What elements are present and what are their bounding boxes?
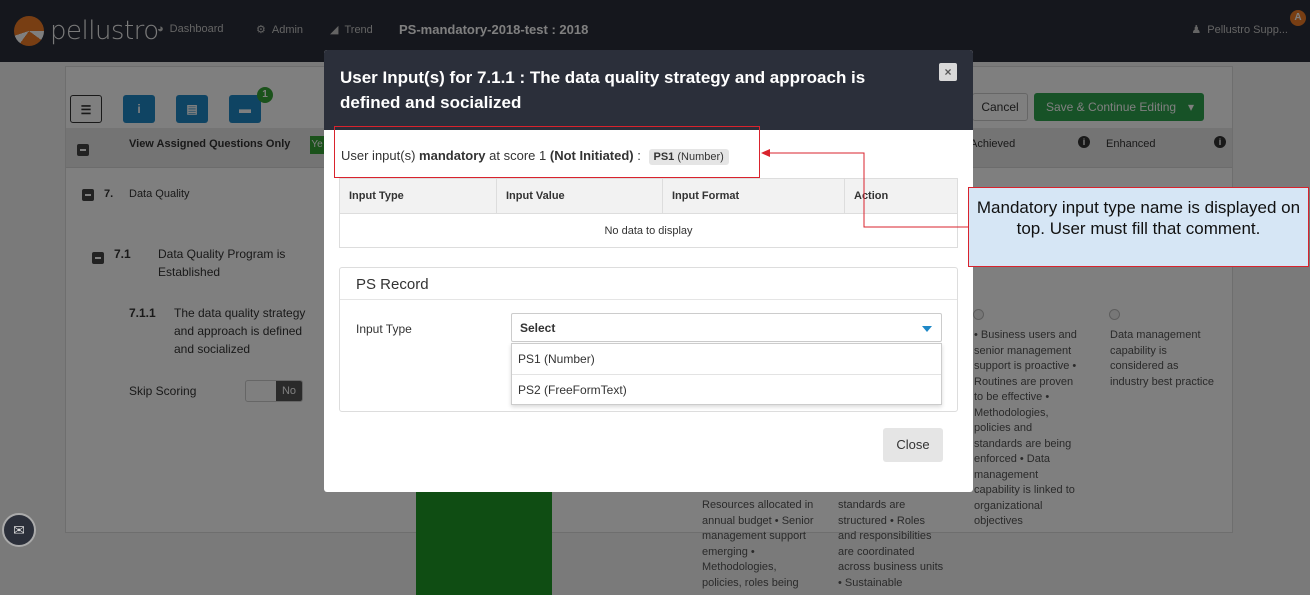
table-empty-message: No data to display bbox=[340, 213, 957, 247]
close-icon[interactable]: × bbox=[939, 63, 957, 81]
input-type-dropdown: PS1 (Number) PS2 (FreeFormText) bbox=[511, 343, 942, 405]
annotation-highlight-box bbox=[334, 126, 760, 178]
table-header: Input Type Input Value Input Format Acti… bbox=[340, 179, 957, 213]
col-action: Action bbox=[854, 190, 889, 202]
dropdown-option[interactable]: PS2 (FreeFormText) bbox=[512, 374, 941, 404]
input-type-label: Input Type bbox=[356, 322, 412, 336]
col-input-value: Input Value bbox=[497, 179, 663, 213]
ps-record-panel: PS Record Input Type Select PS1 (Number)… bbox=[339, 267, 958, 412]
user-input-modal: User Input(s) for 7.1.1 : The data quali… bbox=[324, 50, 973, 492]
annotation-callout: Mandatory input type name is displayed o… bbox=[968, 187, 1309, 267]
feedback-mail-button[interactable]: ✉ bbox=[2, 513, 36, 547]
input-type-select[interactable]: Select bbox=[511, 313, 942, 342]
dropdown-option[interactable]: PS1 (Number) bbox=[512, 344, 941, 374]
close-button[interactable]: Close bbox=[883, 428, 943, 462]
col-input-type: Input Type bbox=[340, 179, 497, 213]
modal-header: User Input(s) for 7.1.1 : The data quali… bbox=[324, 50, 973, 130]
divider bbox=[340, 299, 957, 300]
modal-title: User Input(s) for 7.1.1 : The data quali… bbox=[340, 68, 866, 112]
ps-record-title: PS Record bbox=[356, 276, 429, 293]
col-input-format: Input Format bbox=[663, 179, 845, 213]
chevron-down-icon bbox=[922, 326, 932, 332]
user-inputs-table: Input Type Input Value Input Format Acti… bbox=[339, 178, 958, 248]
mail-icon: ✉ bbox=[13, 522, 25, 538]
select-value: Select bbox=[520, 321, 556, 335]
